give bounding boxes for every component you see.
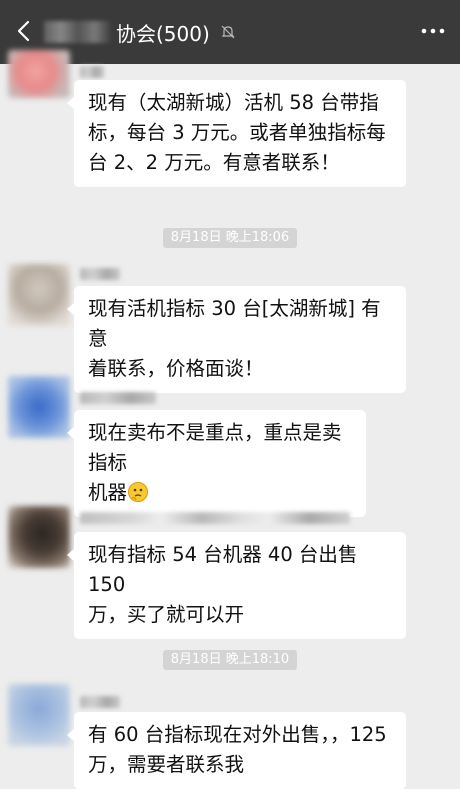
avatar[interactable] xyxy=(8,264,70,326)
message-line: 万，需要者联系我 xyxy=(88,753,245,776)
sender-nickname xyxy=(80,512,350,524)
message-line: 着联系，价格面谈！ xyxy=(88,357,264,380)
redacted-group-name xyxy=(44,21,112,43)
timestamp: 8月18日 晚上18:10 xyxy=(0,648,460,670)
message-line: 现在卖布不是重点，重点是卖指标 xyxy=(88,421,342,474)
message-bubble[interactable]: 现有指标 54 台机器 40 台出售 150 万，买了就可以开 xyxy=(67,532,406,639)
sender-nickname xyxy=(80,392,156,404)
thinking-face-emoji xyxy=(128,482,149,502)
message-line-text: 机器 xyxy=(88,481,128,504)
message-line: 现有指标 54 台机器 40 台出售 150 xyxy=(88,543,358,596)
message-line: 标，每台 3 万元。或者单独指标每 xyxy=(88,121,386,144)
message-bubble[interactable]: 现有活机指标 30 台[太湖新城] 有意 着联系，价格面谈！ xyxy=(67,286,406,393)
message-line: 机器 xyxy=(88,478,353,508)
message-bubble[interactable]: 现在卖布不是重点，重点是卖指标 机器 xyxy=(67,410,366,517)
message-bubble[interactable]: 现有（太湖新城）活机 58 台带指 标，每台 3 万元。或者单独指标每 台 2、… xyxy=(67,80,406,187)
chat-title-wrap: 协会(500) xyxy=(44,18,236,46)
message-line: 现有活机指标 30 台[太湖新城] 有意 xyxy=(88,297,381,350)
avatar[interactable] xyxy=(8,50,70,98)
sender-nickname xyxy=(80,66,104,78)
message-line: 台 2、2 万元。有意者联系！ xyxy=(88,151,340,174)
message-line: 现有（太湖新城）活机 58 台带指 xyxy=(88,91,379,114)
avatar[interactable] xyxy=(8,376,70,438)
avatar[interactable] xyxy=(8,506,70,568)
message-line: 有 60 台指标现在对外出售，，125 xyxy=(88,723,387,746)
timestamp: 8月18日 晚上18:06 xyxy=(0,226,460,248)
bell-mute-icon xyxy=(221,25,235,39)
sender-nickname xyxy=(80,268,120,280)
avatar[interactable] xyxy=(8,684,70,746)
chevron-left-icon[interactable] xyxy=(12,18,38,44)
sender-nickname xyxy=(80,696,120,708)
message-line: 万，买了就可以开 xyxy=(88,603,245,626)
chat-title: 协会(500) xyxy=(116,21,210,46)
more-dots-icon[interactable] xyxy=(420,24,446,38)
message-bubble[interactable]: 有 60 台指标现在对外出售，，125 万，需要者联系我 xyxy=(67,712,406,789)
